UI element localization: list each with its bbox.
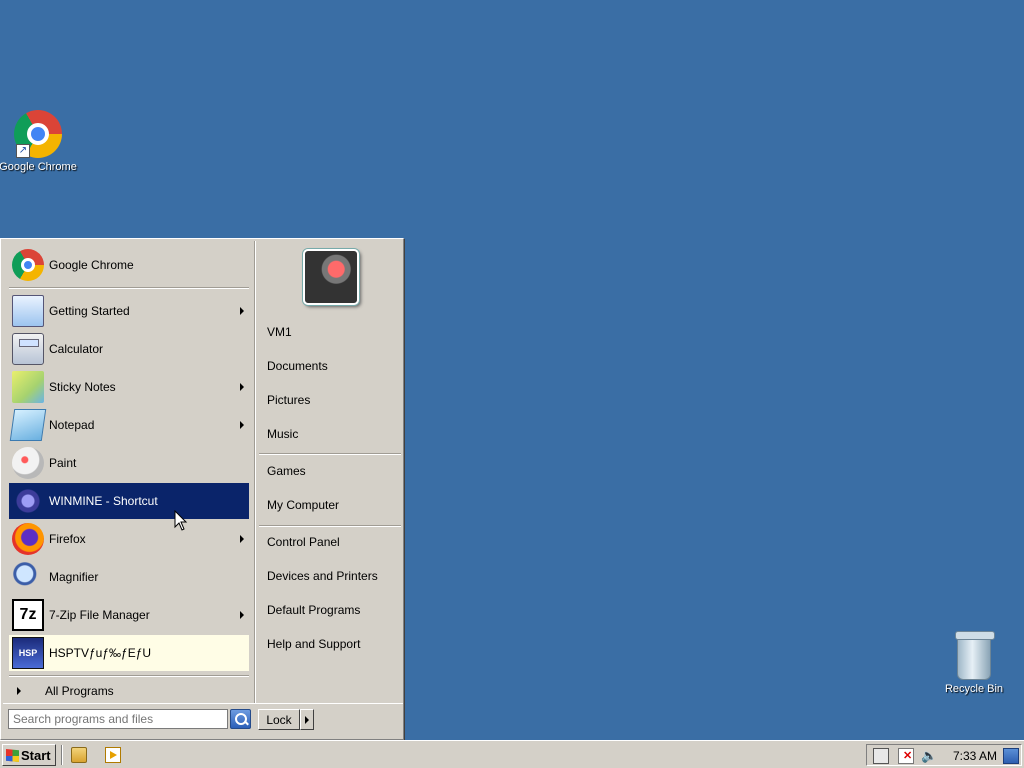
menu-item-label: WINMINE - Shortcut <box>49 494 158 508</box>
menu-item-label: Firefox <box>49 532 86 546</box>
hsptv-icon: HSP <box>12 637 44 669</box>
place-item-default-programs[interactable]: Default Programs <box>267 599 360 621</box>
system-tray: 🔈 7:33 AM <box>866 744 1022 766</box>
search-input[interactable] <box>8 709 228 729</box>
menu-item-magnifier[interactable]: Magnifier <box>9 559 249 595</box>
menu-item-label: Sticky Notes <box>49 380 116 394</box>
menu-item-paint[interactable]: Paint <box>9 445 249 481</box>
separator <box>9 287 249 289</box>
menu-item-label: Calculator <box>49 342 104 356</box>
getting-started-icon <box>12 295 44 327</box>
menu-item-label: Getting Started <box>49 304 130 318</box>
place-item-pictures[interactable]: Pictures <box>267 389 310 411</box>
user-picture[interactable] <box>303 249 359 305</box>
menu-item-7zip[interactable]: 7z 7-Zip File Manager <box>9 597 249 633</box>
show-desktop-icon[interactable] <box>1003 748 1019 764</box>
desktop-icon-recycle-bin[interactable]: Recycle Bin <box>934 631 1014 695</box>
separator <box>9 675 249 677</box>
search-icon[interactable] <box>230 709 251 729</box>
place-item-music[interactable]: Music <box>267 423 298 445</box>
menu-item-label: Magnifier <box>49 570 99 584</box>
place-item-documents[interactable]: Documents <box>267 355 328 377</box>
all-programs-label: All Programs <box>45 684 114 698</box>
start-menu-bottom-bar: Lock <box>3 703 403 739</box>
separator <box>259 453 401 455</box>
security-alert-icon[interactable] <box>898 748 914 764</box>
sticky-notes-icon <box>12 371 44 403</box>
paint-icon <box>12 447 44 479</box>
menu-item-label: Paint <box>49 456 77 470</box>
menu-item-label: 7-Zip File Manager <box>49 608 150 622</box>
power-options-arrow-button[interactable] <box>300 709 314 730</box>
menu-item-getting-started[interactable]: Getting Started <box>9 293 249 329</box>
menu-item-label: HSPTVƒuƒ‰ƒEƒU <box>49 646 152 660</box>
start-button[interactable]: Start <box>2 744 56 766</box>
firefox-icon <box>12 523 44 555</box>
lock-button[interactable]: Lock <box>258 709 300 730</box>
place-item-vm1[interactable]: VM1 <box>267 321 292 343</box>
place-item-control-panel[interactable]: Control Panel <box>267 531 340 553</box>
menu-item-hsptv[interactable]: HSP HSPTVƒuƒ‰ƒEƒU <box>9 635 249 671</box>
windows-logo-icon <box>6 749 19 762</box>
explorer-icon[interactable] <box>71 747 87 763</box>
7zip-icon: 7z <box>12 599 44 631</box>
magnifier-icon <box>12 561 44 593</box>
volume-icon[interactable]: 🔈 <box>921 748 937 764</box>
expand-arrow-icon <box>17 687 21 695</box>
menu-item-firefox[interactable]: Firefox <box>9 521 249 557</box>
start-menu-places-pane: VM1 Documents Pictures Music Games My Co… <box>257 241 403 703</box>
network-icon[interactable] <box>873 748 889 764</box>
taskbar: Start 🔈 7:33 AM <box>0 740 1024 768</box>
desktop-icon-label: Recycle Bin <box>944 683 1004 695</box>
place-item-help-support[interactable]: Help and Support <box>267 633 360 655</box>
media-player-icon[interactable] <box>105 747 121 763</box>
submenu-arrow-icon <box>240 611 244 619</box>
menu-item-sticky-notes[interactable]: Sticky Notes <box>9 369 249 405</box>
place-item-games[interactable]: Games <box>267 460 306 482</box>
menu-item-winmine[interactable]: WINMINE - Shortcut <box>9 483 249 519</box>
separator <box>61 745 63 765</box>
desktop-icon-chrome[interactable]: Google Chrome <box>0 110 78 173</box>
menu-item-calculator[interactable]: Calculator <box>9 331 249 367</box>
separator <box>259 525 401 527</box>
start-menu: Google Chrome Getting Started Calculator… <box>0 238 404 740</box>
start-menu-programs-pane: Google Chrome Getting Started Calculator… <box>3 241 253 703</box>
notepad-icon <box>9 409 47 441</box>
mouse-cursor-icon <box>174 510 188 531</box>
submenu-arrow-icon <box>240 307 244 315</box>
submenu-arrow-icon <box>240 535 244 543</box>
place-item-devices-printers[interactable]: Devices and Printers <box>267 565 378 587</box>
menu-item-notepad[interactable]: Notepad <box>9 407 249 443</box>
all-programs-button[interactable]: All Programs <box>9 681 249 701</box>
menu-item-label: Notepad <box>49 418 95 432</box>
chrome-icon <box>12 249 44 281</box>
submenu-arrow-icon <box>240 421 244 429</box>
calculator-icon <box>12 333 44 365</box>
submenu-arrow-icon <box>240 383 244 391</box>
recycle-bin-icon <box>955 631 995 680</box>
shortcut-arrow-icon: ↗ <box>16 144 30 158</box>
place-item-my-computer[interactable]: My Computer <box>267 494 339 516</box>
start-label: Start <box>21 747 51 763</box>
pane-divider <box>254 241 256 703</box>
desktop-icon-label: Google Chrome <box>0 161 77 173</box>
clock[interactable]: 7:33 AM <box>953 749 997 763</box>
menu-item-label: Google Chrome <box>49 258 134 272</box>
minesweeper-icon <box>12 485 44 517</box>
pinned-item-chrome[interactable]: Google Chrome <box>9 247 249 283</box>
